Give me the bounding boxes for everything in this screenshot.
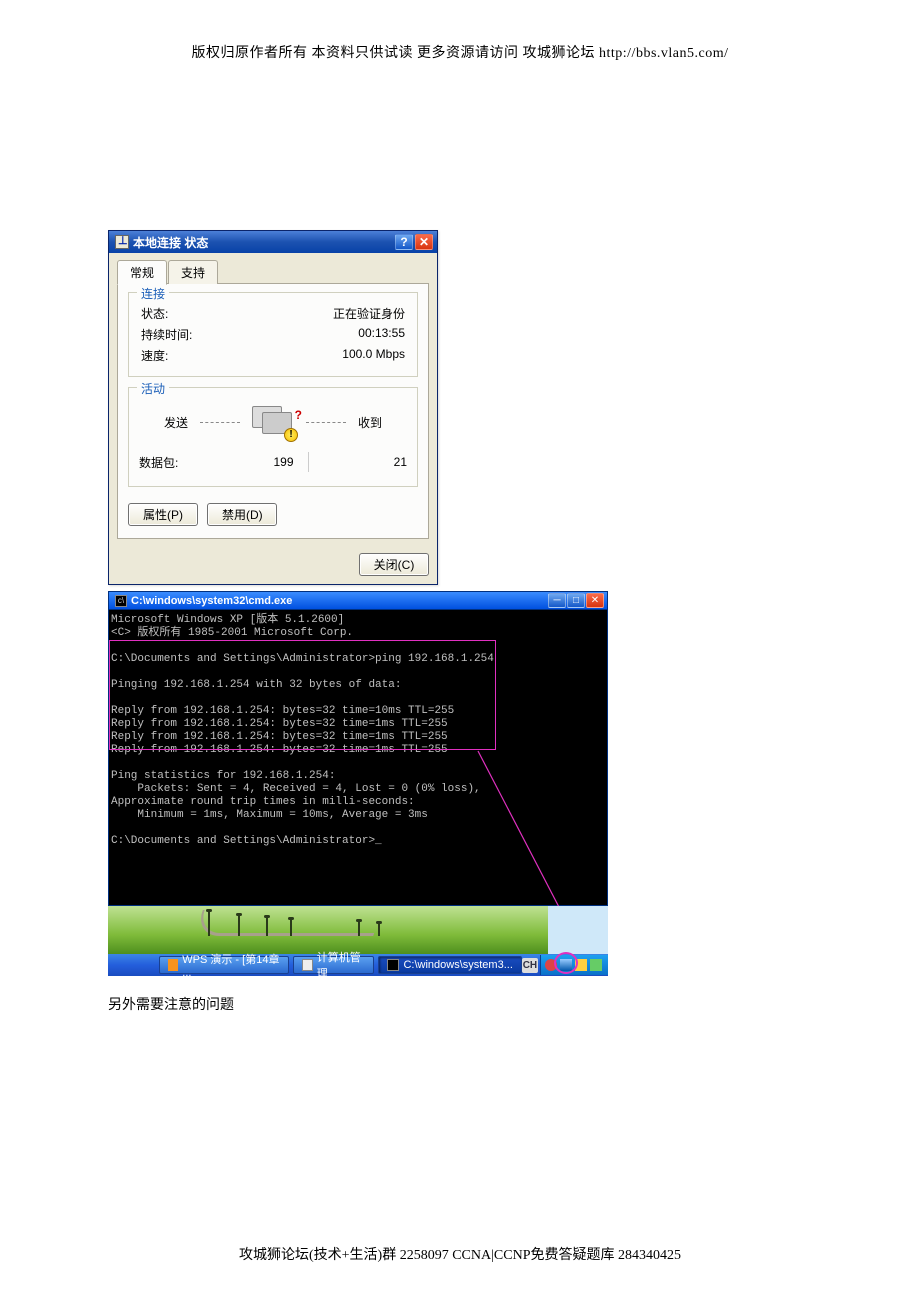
- language-indicator[interactable]: CH: [522, 958, 538, 973]
- connection-legend: 连接: [137, 285, 169, 302]
- packets-label: 数据包:: [139, 454, 209, 471]
- tab-general[interactable]: 常规: [117, 260, 167, 285]
- disable-button[interactable]: 禁用(D): [207, 503, 277, 526]
- packets-recv-value: 21: [323, 455, 408, 469]
- wps-icon: [168, 959, 179, 971]
- properties-button[interactable]: 属性(P): [128, 503, 198, 526]
- network-computers-icon: ?!: [252, 406, 294, 438]
- tab-support[interactable]: 支持: [168, 260, 218, 284]
- page-header: 版权归原作者所有 本资料只供试读 更多资源请访问 攻城狮论坛 http://bb…: [0, 0, 920, 62]
- activity-legend: 活动: [137, 380, 169, 397]
- dialog-title: 本地连接 状态: [133, 234, 393, 251]
- taskbar-item-label: 计算机管理: [317, 949, 366, 981]
- speed-label: 速度:: [141, 347, 168, 364]
- dash-line: [200, 422, 240, 423]
- system-tray[interactable]: [540, 955, 608, 975]
- cmd-icon: c\: [115, 595, 127, 607]
- status-label: 状态:: [141, 305, 168, 322]
- group-activity: 活动 发送 ?! 收到 数据包: 199: [128, 387, 418, 487]
- close-button[interactable]: ✕: [586, 593, 604, 608]
- page-footer: 攻城狮论坛(技术+生活)群 2258097 CCNA|CCNP免费答疑题库 28…: [0, 1244, 920, 1264]
- received-label: 收到: [358, 414, 382, 431]
- help-button[interactable]: ?: [395, 234, 413, 250]
- maximize-button[interactable]: □: [567, 593, 585, 608]
- speed-value: 100.0 Mbps: [342, 347, 405, 364]
- status-value: 正在验证身份: [333, 305, 405, 322]
- cmd-icon: [387, 959, 399, 971]
- taskbar-item-label: WPS 演示 - [第14章 ...: [182, 951, 280, 979]
- duration-value: 00:13:55: [358, 326, 405, 343]
- dialog-titlebar[interactable]: 本地连接 状态 ? ✕: [109, 231, 437, 253]
- group-connection: 连接 状态: 正在验证身份 持续时间: 00:13:55 速度: 100.0 M…: [128, 292, 418, 377]
- content-area: 本地连接 状态 ? ✕ 常规 支持 连接 状态: 正在验证身份 持续时间: 00…: [108, 230, 648, 1014]
- cmd-titlebar[interactable]: c\ C:\windows\system32\cmd.exe ─ □ ✕: [108, 591, 608, 610]
- taskbar-item-label: C:\windows\system3...: [403, 959, 512, 971]
- separator: [308, 452, 309, 472]
- computer-management-icon: [302, 959, 313, 971]
- taskbar-item-compmgmt[interactable]: 计算机管理: [293, 956, 375, 974]
- desktop-wallpaper-strip: [108, 906, 608, 954]
- close-button[interactable]: ✕: [415, 234, 433, 250]
- taskbar-item-cmd[interactable]: C:\windows\system3...: [378, 956, 521, 974]
- tab-page-general: 连接 状态: 正在验证身份 持续时间: 00:13:55 速度: 100.0 M…: [117, 283, 429, 539]
- tray-network-icon[interactable]: [560, 959, 572, 971]
- close-dialog-button[interactable]: 关闭(C): [359, 553, 429, 576]
- taskbar[interactable]: WPS 演示 - [第14章 ... 计算机管理 C:\windows\syst…: [108, 954, 608, 976]
- lan-status-dialog: 本地连接 状态 ? ✕ 常规 支持 连接 状态: 正在验证身份 持续时间: 00…: [108, 230, 438, 585]
- cmd-title: C:\windows\system32\cmd.exe: [131, 595, 548, 607]
- body-paragraph: 另外需要注意的问题: [108, 994, 648, 1014]
- minimize-button[interactable]: ─: [548, 593, 566, 608]
- tray-shield-icon[interactable]: [545, 959, 557, 971]
- duration-label: 持续时间:: [141, 326, 192, 343]
- taskbar-item-wps[interactable]: WPS 演示 - [第14章 ...: [159, 956, 289, 974]
- tray-volume-icon[interactable]: [575, 959, 587, 971]
- packets-sent-value: 199: [209, 455, 294, 469]
- cmd-window: c\ C:\windows\system32\cmd.exe ─ □ ✕ Mic…: [108, 591, 608, 906]
- sent-label: 发送: [164, 414, 188, 431]
- network-icon: [115, 235, 129, 249]
- terminal-output[interactable]: Microsoft Windows XP [版本 5.1.2600] <C> 版…: [108, 610, 608, 906]
- dash-line: [306, 422, 346, 423]
- tray-safely-remove-icon[interactable]: [590, 959, 602, 971]
